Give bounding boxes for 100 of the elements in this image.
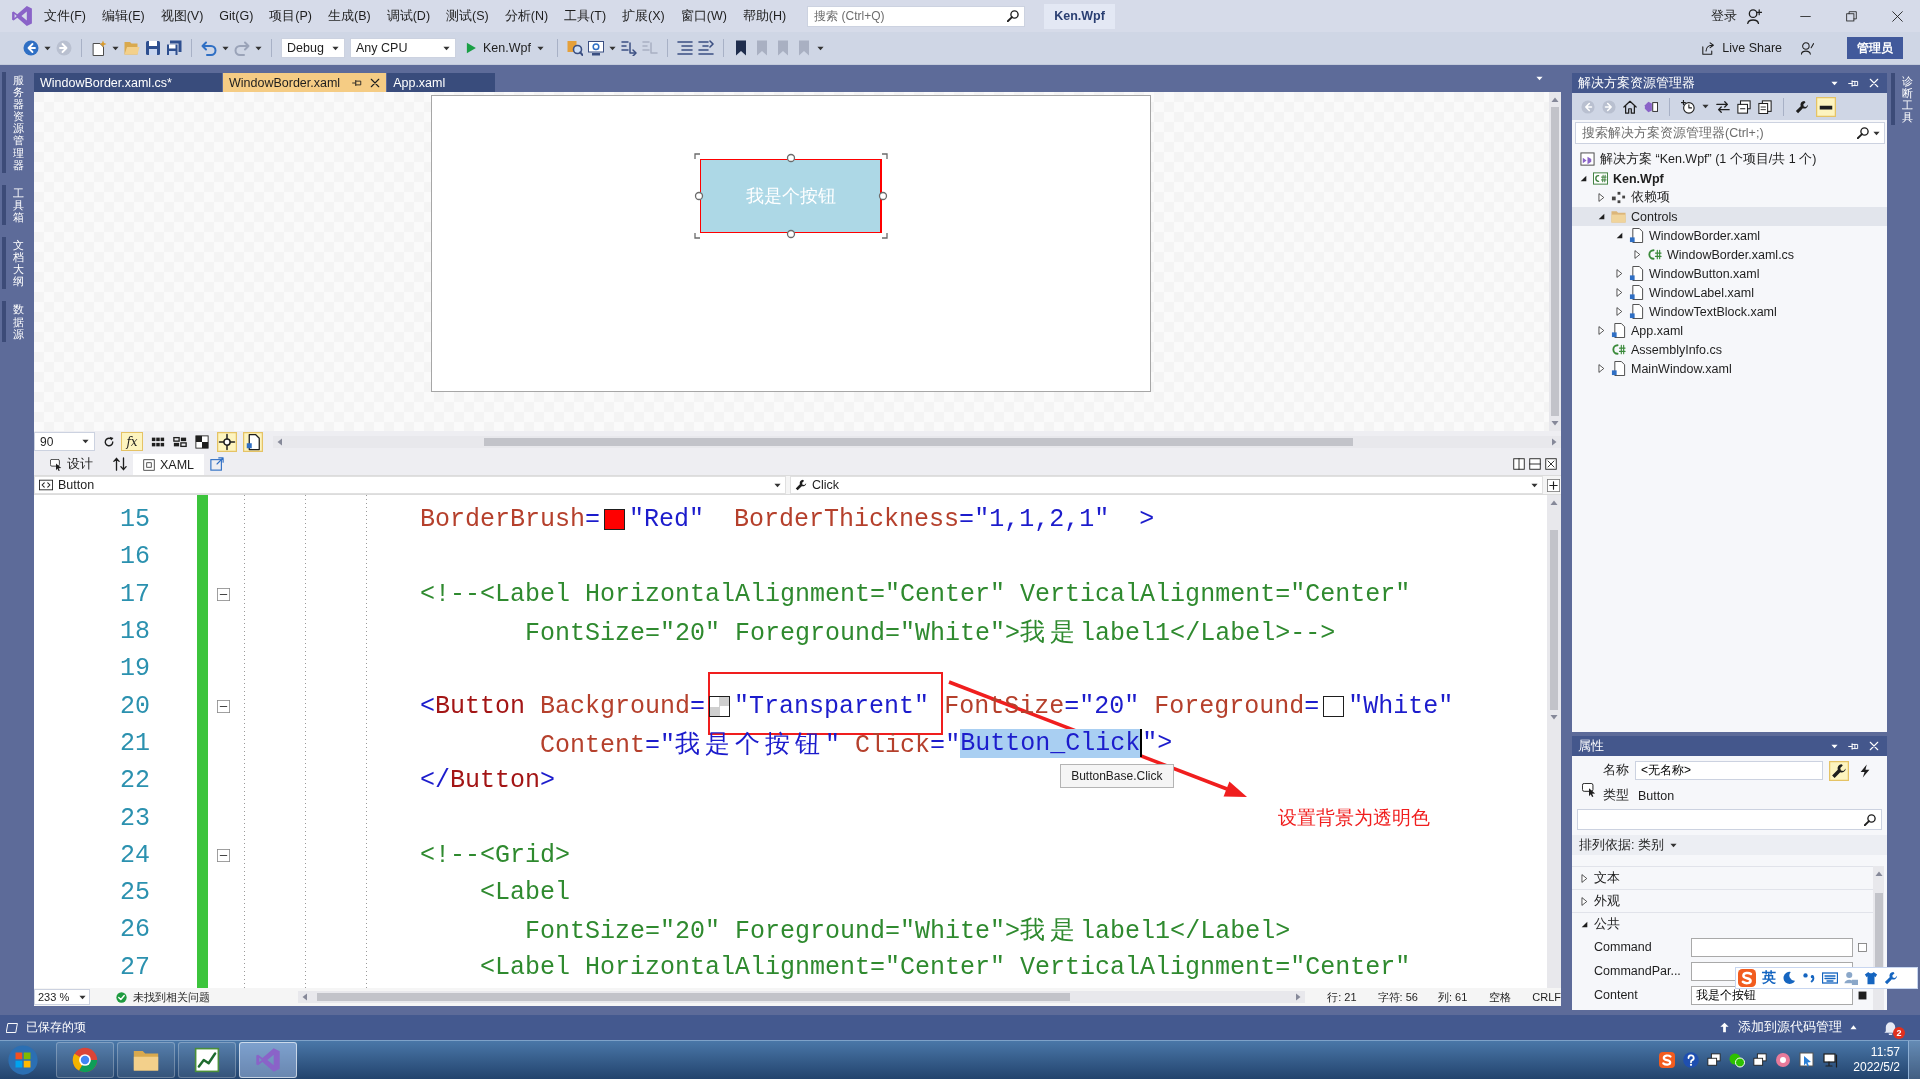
clock[interactable]: 11:57 2022/5/2 <box>1853 1045 1900 1075</box>
dropdown-caret-icon[interactable] <box>222 44 229 52</box>
indent-lines-icon[interactable] <box>697 40 714 56</box>
scroll-left-icon[interactable] <box>300 993 309 1001</box>
keyboard-icon[interactable] <box>1822 970 1838 986</box>
scrollbar-thumb[interactable] <box>1551 107 1559 416</box>
menu-item[interactable]: 编辑(E) <box>93 5 153 27</box>
two-way-arrows-icon[interactable] <box>1716 99 1730 114</box>
formula-button[interactable]: fx <box>121 432 143 451</box>
live-share-button[interactable]: Live Share <box>1702 41 1782 55</box>
search-field[interactable]: 搜索解决方案资源管理器(Ctrl+;) <box>1575 122 1885 144</box>
dropdown-caret-icon[interactable] <box>255 44 262 52</box>
scroll-right-icon[interactable] <box>1550 437 1558 446</box>
tree-item[interactable]: Ken.Wpf <box>1572 169 1887 188</box>
start-button[interactable]: Ken.Wpf <box>461 37 548 59</box>
category-row[interactable]: 外观 <box>1572 889 1873 912</box>
sign-in-link[interactable]: 登录 <box>1711 7 1737 25</box>
moon-icon[interactable] <box>1782 971 1796 985</box>
document-tab[interactable]: App.xaml <box>387 73 496 92</box>
scrollbar[interactable] <box>297 991 1306 1003</box>
scroll-up-icon[interactable] <box>1550 499 1558 507</box>
lightning-icon[interactable] <box>1858 763 1872 778</box>
dropdown-caret-icon[interactable] <box>44 44 51 52</box>
dropdown-caret-icon[interactable] <box>1831 742 1838 750</box>
scrollbar[interactable] <box>1549 92 1561 431</box>
selection-handles[interactable] <box>694 153 888 239</box>
taskbar-button[interactable] <box>178 1042 236 1078</box>
scrollbar-thumb[interactable] <box>1874 893 1883 968</box>
whitespace-indicator[interactable]: 空格 <box>1489 989 1512 1005</box>
sort-dropdown[interactable]: 排列依据: 类别 <box>1572 835 1887 855</box>
ring-icon[interactable] <box>1775 1052 1792 1068</box>
scrollbar-thumb[interactable] <box>316 993 1070 1001</box>
save-icon[interactable] <box>145 40 161 56</box>
menu-item[interactable]: 视图(V) <box>152 5 212 27</box>
tree-item[interactable]: App.xaml <box>1572 321 1887 340</box>
collapsed-arrow-icon[interactable] <box>1597 326 1606 335</box>
save-all-icon[interactable] <box>166 40 182 56</box>
scrollbar-thumb[interactable] <box>1550 530 1558 710</box>
source-control-button[interactable]: 添加到源代码管理 <box>1719 1019 1857 1036</box>
scroll-right-icon[interactable] <box>1294 993 1303 1001</box>
windows-icon[interactable] <box>1753 1053 1768 1067</box>
property-value-field[interactable] <box>1691 937 1853 957</box>
category-row[interactable]: 公共 <box>1572 912 1873 935</box>
menu-item[interactable]: 项目(P) <box>261 5 320 27</box>
scroll-up-icon[interactable] <box>1551 96 1559 104</box>
collapse-icon[interactable] <box>217 848 230 862</box>
pin-icon[interactable] <box>1848 77 1859 89</box>
tree-item[interactable]: WindowTextBlock.xaml <box>1572 302 1887 321</box>
tree-item[interactable]: Controls <box>1572 207 1887 226</box>
add-icon[interactable] <box>1547 478 1560 492</box>
collapsed-arrow-icon[interactable] <box>1580 873 1589 883</box>
scroll-down-icon[interactable] <box>1550 713 1558 721</box>
scroll-up-icon[interactable] <box>1874 870 1883 878</box>
punctuation-icon[interactable] <box>1802 971 1816 985</box>
monitor-icon[interactable] <box>1823 1052 1840 1068</box>
menu-item[interactable]: 文件(F) <box>36 5 94 27</box>
collapse-icon[interactable] <box>217 699 230 713</box>
align-lines-icon[interactable] <box>676 40 693 56</box>
collapsed-arrow-icon[interactable] <box>1615 269 1624 278</box>
collapsed-arrow-icon[interactable] <box>1633 250 1642 259</box>
chat-bubbles-icon[interactable] <box>1729 1052 1746 1068</box>
copy-icon[interactable] <box>1758 99 1772 114</box>
collapse-all-icon[interactable] <box>1737 99 1751 114</box>
new-item-icon[interactable] <box>91 40 107 56</box>
category-row[interactable]: 文本 <box>1572 866 1873 889</box>
search-field[interactable]: 搜索 (Ctrl+Q) <box>807 5 1026 27</box>
overflow-caret-icon[interactable] <box>816 44 824 52</box>
clock-icon[interactable] <box>1681 99 1695 114</box>
scrollbar[interactable] <box>1547 495 1561 988</box>
close-icon[interactable] <box>370 77 381 88</box>
split-vertical-icon[interactable] <box>1513 458 1525 470</box>
scroll-left-icon[interactable] <box>276 437 284 446</box>
member-dropdown[interactable]: Click <box>790 476 1543 494</box>
split-horizontal-icon[interactable] <box>1529 458 1541 470</box>
menu-item[interactable]: 生成(B) <box>320 5 379 27</box>
zoom-level-dropdown[interactable]: 233 % <box>34 989 90 1005</box>
expanded-arrow-icon[interactable] <box>1615 231 1624 240</box>
logo-panel-icon[interactable] <box>1644 99 1658 114</box>
person-icon[interactable] <box>1801 41 1814 55</box>
document-tab[interactable]: WindowBorder.xaml <box>223 73 387 92</box>
tree-item[interactable]: WindowBorder.xaml.cs <box>1572 245 1887 264</box>
menu-item[interactable]: 调试(D) <box>378 5 439 27</box>
name-field[interactable]: <无名称> <box>1635 761 1823 780</box>
taskbar-button[interactable] <box>239 1042 297 1078</box>
property-marker-icon[interactable] <box>1858 942 1867 952</box>
collapsed-arrow-icon[interactable] <box>1597 193 1606 202</box>
menu-item[interactable]: 分析(N) <box>496 5 557 27</box>
collapsed-arrow-icon[interactable] <box>1597 364 1606 373</box>
element-dropdown[interactable]: Button <box>34 476 786 494</box>
show-desktop-button[interactable] <box>1908 1041 1920 1079</box>
logo-icon[interactable] <box>1659 1052 1676 1068</box>
tree-item[interactable]: AssemblyInfo.cs <box>1572 340 1887 359</box>
file-icon[interactable] <box>243 431 263 452</box>
refresh-icon[interactable] <box>103 435 115 448</box>
menu-item[interactable]: 工具(T) <box>556 5 615 27</box>
tree-item[interactable]: WindowBorder.xaml <box>1572 226 1887 245</box>
pin-icon[interactable] <box>352 77 363 88</box>
home-icon[interactable] <box>1623 99 1637 114</box>
menu-item[interactable]: 扩展(X) <box>614 5 673 27</box>
tree-item[interactable]: WindowLabel.xaml <box>1572 283 1887 302</box>
